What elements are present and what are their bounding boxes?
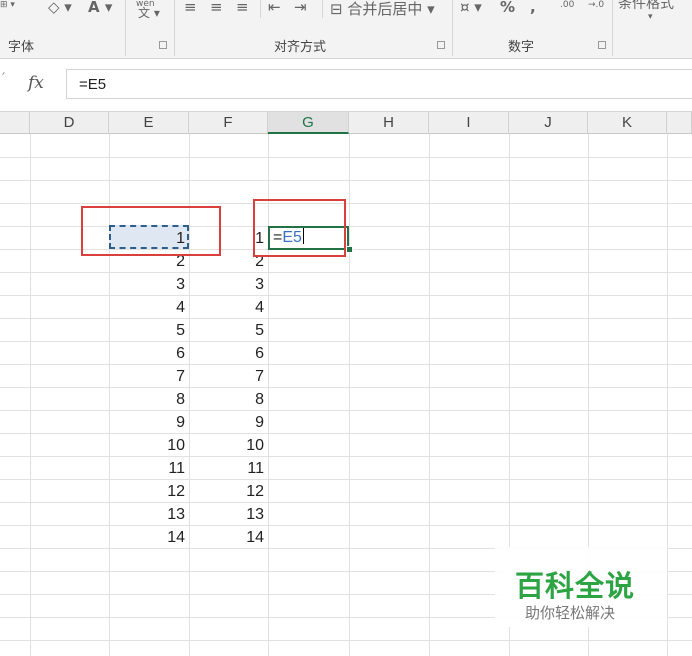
cell-f9[interactable]: 6 [189,343,268,365]
separator [174,0,175,56]
column-header-k[interactable]: K [588,112,667,134]
grid-column-line [429,134,430,656]
group-label-alignment: 对齐方式 [274,40,327,55]
percent-button[interactable]: % [500,0,515,16]
grid-row-line [0,502,692,503]
separator [452,0,453,56]
separator [612,0,613,56]
fill-handle[interactable] [346,246,353,253]
dialog-launcher-icon[interactable] [159,41,167,49]
insert-function-button[interactable]: fx [28,73,44,93]
font-color-button[interactable]: A ▾ [88,0,112,16]
increase-decimal-button[interactable]: .00 [560,0,574,10]
highlight-box-source [81,206,221,256]
grid-row-line [0,364,692,365]
align-left-icon[interactable]: ≡ [184,0,197,16]
grid-row-line [0,180,692,181]
ribbon: ⊞ ▾ ◇ ▾ A ▾ wén 文 ▾ ≡ ≡ ≡ ⇤ ⇥ ⊟ 合并后居中 ▾ … [0,0,692,59]
grid-row-line [0,272,692,273]
grid-row-line [0,387,692,388]
cell-e7[interactable]: 4 [109,297,189,319]
grid-row-line [0,295,692,296]
grid-column-line [667,134,668,656]
column-header-partial[interactable] [0,112,30,134]
grid-row-line [0,479,692,480]
watermark-title: 百科全说 [515,569,636,603]
cell-f14[interactable]: 11 [189,458,268,480]
cell-f11[interactable]: 8 [189,389,268,411]
cell-f15[interactable]: 12 [189,481,268,503]
dialog-launcher-icon[interactable] [598,41,606,49]
cell-e9[interactable]: 6 [109,343,189,365]
confirm-mark-icon[interactable]: ′ [2,71,5,87]
formula-bar: ′ fx =E5 [0,59,692,112]
grid-row-line [0,433,692,434]
cell-e13[interactable]: 10 [109,435,189,457]
grid-row-line [0,640,692,641]
merge-center-button[interactable]: ⊟ 合并后居中 ▾ [330,0,435,19]
column-header-f[interactable]: F [189,112,268,134]
cell-f16[interactable]: 13 [189,504,268,526]
grid-row-line [0,341,692,342]
cell-f6[interactable]: 3 [189,274,268,296]
cell-f13[interactable]: 10 [189,435,268,457]
chevron-down-icon: ▾ [648,12,653,22]
column-header-h[interactable]: H [349,112,429,134]
dialog-launcher-icon[interactable] [437,41,445,49]
separator [125,0,126,56]
grid-column-line [349,134,350,656]
cell-f12[interactable]: 9 [189,412,268,434]
increase-indent-icon[interactable]: ⇥ [294,0,307,16]
align-center-icon[interactable]: ≡ [210,0,223,16]
separator [322,0,323,18]
column-header-d[interactable]: D [30,112,109,134]
highlight-box-target [253,199,346,257]
comma-button[interactable]: , [530,0,536,16]
grid-row-line [0,456,692,457]
group-label-font: 字体 [8,40,35,55]
cell-e15[interactable]: 12 [109,481,189,503]
cell-e10[interactable]: 7 [109,366,189,388]
grid-column-line [30,134,31,656]
cell-f7[interactable]: 4 [189,297,268,319]
align-right-icon[interactable]: ≡ [236,0,249,16]
cell-e11[interactable]: 8 [109,389,189,411]
grid-row-line [0,525,692,526]
cell-e6[interactable]: 3 [109,274,189,296]
decrease-decimal-button[interactable]: →.0 [588,0,604,10]
cell-e17[interactable]: 14 [109,527,189,549]
formula-input[interactable]: =E5 [66,69,692,99]
cell-e16[interactable]: 13 [109,504,189,526]
group-label-number: 数字 [508,40,535,55]
cell-e14[interactable]: 11 [109,458,189,480]
decrease-indent-icon[interactable]: ⇤ [268,0,281,16]
conditional-format-button[interactable]: 条件格式 [618,0,674,13]
cell-e12[interactable]: 9 [109,412,189,434]
column-header-g[interactable]: G [268,112,349,134]
watermark: 百科全说 助你轻松解决 [495,547,667,627]
cell-f17[interactable]: 14 [189,527,268,549]
grid-row-line [0,318,692,319]
phonetic-guide-button[interactable]: 文 ▾ [138,4,160,21]
cell-e8[interactable]: 5 [109,320,189,342]
grid-row-line [0,203,692,204]
fill-color-icon[interactable]: ◇ ▾ [48,0,72,16]
watermark-subtitle: 助你轻松解决 [525,604,616,622]
column-header-partial[interactable] [667,112,692,134]
currency-icon[interactable]: ¤ ▾ [460,0,482,16]
cell-f10[interactable]: 7 [189,366,268,388]
separator [260,0,261,18]
column-header-e[interactable]: E [109,112,189,134]
column-header-i[interactable]: I [429,112,509,134]
border-icon[interactable]: ⊞ ▾ [0,0,15,10]
grid-row-line [0,410,692,411]
column-header-j[interactable]: J [509,112,588,134]
grid-row-line [0,157,692,158]
cell-f8[interactable]: 5 [189,320,268,342]
